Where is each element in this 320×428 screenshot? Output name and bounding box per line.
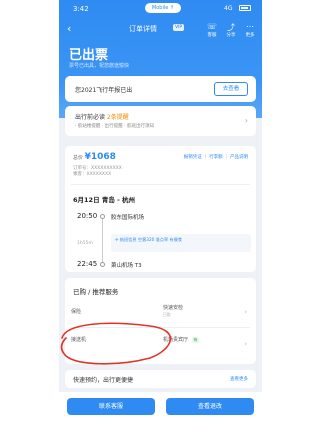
annual-report-text: 您2021飞行年报已出 (75, 87, 133, 94)
status-time: 3:42 (73, 5, 89, 13)
departure-dot (100, 214, 105, 219)
service-label: 快速安检 (163, 305, 184, 311)
price-value: ¥1068 (84, 152, 116, 162)
price-label: 总价 (73, 155, 84, 161)
services-card: 已购 / 推荐服务 保险 快速安检 已购 › 接送机 机场贵宾厅 有 › (65, 278, 256, 364)
order-links[interactable]: 报销凭证 ｜ 行李额 ｜ 产品说明 (184, 154, 248, 160)
divider (71, 327, 250, 328)
service-fast-security[interactable]: 快速安检 已购 › (163, 304, 251, 322)
status-pill: Mobile ↑ (145, 3, 181, 13)
passenger-line: 乘客：XXXXXXXX (73, 172, 112, 177)
travel-guide-card[interactable]: 出行前必读 2条提醒 · 航站楼提醒 · 出行提醒 · 航班出行须知 › (65, 106, 256, 136)
booking-help-text: 快速预约，出行更便捷 (73, 377, 134, 384)
view-report-button[interactable]: 去查看 (214, 82, 248, 96)
timeline-line (102, 216, 103, 264)
ticket-status: 已出票 (69, 48, 109, 63)
refund-change-button[interactable]: 查看退改 (166, 398, 254, 415)
back-icon[interactable]: ‹ (67, 22, 71, 35)
reminder-count-badge: 2条提醒 (106, 114, 129, 121)
departure-time: 20:50 (77, 212, 98, 220)
order-detail-card: 总价 ¥1068 报销凭证 ｜ 行李额 ｜ 产品说明 订单号：XXXXXXXXX… (65, 146, 256, 272)
travel-guide-label: 出行前必读 (75, 114, 106, 121)
price-row: 总价 ¥1068 (73, 152, 116, 162)
view-more-link[interactable]: 查看更多 (230, 376, 248, 382)
service-sub: 已购 (163, 312, 171, 317)
network-indicator: 4G (224, 5, 233, 12)
service-airport-transfer[interactable]: 接送机 (71, 336, 159, 354)
arrival-airport: 萧山机场 T3 (111, 263, 142, 269)
contact-service-button[interactable]: 联系客服 (67, 398, 155, 415)
booking-help-card[interactable]: 快速预约，出行更便捷 查看更多 (65, 370, 256, 388)
arrival-time: 22:45 (77, 260, 98, 268)
more-label: 更多 (245, 33, 255, 38)
more-icon[interactable]: ⋯ (244, 22, 256, 31)
chevron-right-icon: › (244, 116, 248, 125)
lounge-badge: 有 (191, 337, 200, 343)
service-label: 客服 (207, 33, 217, 38)
ticket-status-subtitle: 票号已出具，祝您旅途愉快 (69, 63, 130, 69)
flight-info-box[interactable]: ✈ 航班信息 空客320 准点率 有餐食 (111, 234, 251, 252)
route-title: 6月12日 青岛 - 杭州 (73, 196, 136, 204)
service-label: 保险 (71, 309, 82, 315)
nav-bar: ‹ 订单详情 VIP ☏ 客服 ⤴ 分享 ⋯ 更多 (59, 18, 262, 40)
battery-icon (239, 5, 251, 11)
share-label: 分享 (226, 33, 236, 38)
phone-screen: 3:42 Mobile ↑ 4G ‹ 订单详情 VIP ☏ 客服 ⤴ 分享 ⋯ … (59, 0, 262, 428)
flight-duration: 1h55m (77, 241, 93, 246)
divider (71, 184, 250, 185)
page-title: 订单详情 (129, 25, 157, 33)
arrival-dot (100, 262, 105, 267)
status-bar: 3:42 Mobile ↑ 4G (59, 0, 262, 16)
service-insurance[interactable]: 保险 (71, 308, 159, 326)
service-label: 接送机 (71, 337, 87, 343)
services-title: 已购 / 推荐服务 (73, 288, 119, 296)
annual-report-card[interactable]: 您2021飞行年报已出 去查看 (65, 76, 256, 102)
chevron-right-icon: › (244, 308, 247, 316)
departure-airport: 胶东国际机场 (111, 215, 145, 221)
service-icon[interactable]: ☏ (206, 22, 218, 31)
service-vip-lounge[interactable]: 机场贵宾厅 有 › (163, 336, 251, 354)
travel-guide-title: 出行前必读 2条提醒 (75, 112, 129, 121)
service-label: 机场贵宾厅 (163, 337, 189, 343)
travel-guide-subtitle: · 航站楼提醒 · 出行提醒 · 航班出行须知 (75, 124, 154, 129)
chevron-right-icon: › (244, 340, 247, 348)
bottom-action-bar: 联系客服 查看退改 (59, 392, 262, 428)
vip-badge: VIP (173, 24, 185, 31)
